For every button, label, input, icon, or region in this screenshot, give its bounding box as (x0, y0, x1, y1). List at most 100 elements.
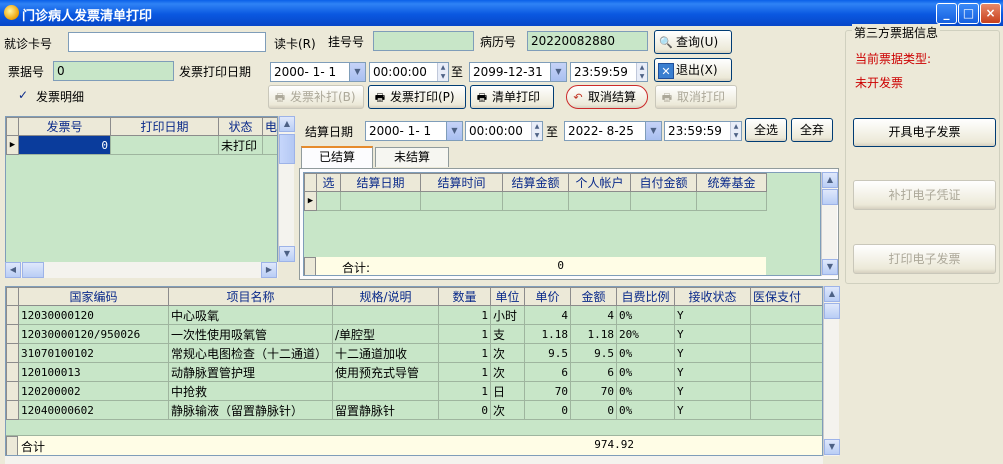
spinner-icon[interactable]: ▲ ▼ (636, 63, 647, 81)
scroll-thumb[interactable] (824, 303, 840, 319)
quantity-cell[interactable]: 0 (438, 400, 491, 420)
reprint-e-voucher-button[interactable]: 补打电子凭证 (853, 180, 996, 210)
self-ratio-cell[interactable]: 0% (616, 343, 675, 363)
tab-settled[interactable]: 已结算 (301, 146, 373, 168)
chevron-down-icon[interactable]: ▼ (446, 122, 462, 140)
scroll-thumb[interactable] (822, 189, 838, 205)
col-item-name[interactable]: 项目名称 (168, 287, 333, 306)
scroll-down-icon[interactable]: ▼ (822, 259, 838, 275)
spec-cell[interactable]: /单腔型 (332, 324, 439, 344)
insurance-pay-cell[interactable] (750, 343, 822, 363)
receive-status-cell[interactable]: Y (674, 305, 751, 325)
scroll-down-icon[interactable]: ▼ (824, 439, 840, 455)
exit-button[interactable]: ✕ 退出(X) (654, 58, 732, 82)
settle-vscroll[interactable]: ▲ ▼ (821, 172, 838, 276)
col-unit[interactable]: 单位 (490, 287, 525, 306)
col-settle-amount[interactable]: 结算金额 (502, 173, 569, 192)
invoice-no-cell[interactable]: 0 (18, 135, 111, 155)
invoice-reprint-button[interactable]: 🖶 发票补打(B) (268, 85, 364, 109)
col-settle-date[interactable]: 结算日期 (340, 173, 421, 192)
quantity-cell[interactable]: 1 (438, 381, 491, 401)
title-bar[interactable]: 门诊病人发票清单打印 _ □ × (0, 0, 1003, 26)
col-insurance-pay[interactable]: 医保支付 (750, 287, 822, 306)
unit-price-cell[interactable]: 6 (524, 362, 571, 382)
col-personal-account[interactable]: 个人帐户 (568, 173, 631, 192)
items-vscroll[interactable]: ▲ ▼ (823, 286, 840, 456)
scroll-thumb[interactable] (279, 134, 295, 164)
amount-cell[interactable]: 0 (570, 400, 617, 420)
deselect-all-button[interactable]: 全弃 (791, 118, 833, 142)
insurance-pay-cell[interactable] (750, 305, 822, 325)
col-quantity[interactable]: 数量 (438, 287, 491, 306)
receive-status-cell[interactable]: Y (674, 362, 751, 382)
col-spec[interactable]: 规格/说明 (332, 287, 439, 306)
unit-cell[interactable]: 小时 (490, 305, 525, 325)
print-date-from[interactable]: 2000- 1- 1 ▼ (270, 62, 366, 82)
scroll-down-icon[interactable]: ▼ (279, 246, 295, 262)
col-electronic[interactable]: 电 (262, 117, 277, 136)
unit-price-cell[interactable]: 1.18 (524, 324, 571, 344)
spinner-icon[interactable]: ▲ ▼ (437, 63, 448, 81)
select-all-button[interactable]: 全选 (745, 118, 787, 142)
unit-cell[interactable]: 次 (490, 343, 525, 363)
receive-status-cell[interactable]: Y (674, 400, 751, 420)
insurance-pay-cell[interactable] (750, 400, 822, 420)
query-button[interactable]: 🔍 查询(U) (654, 30, 732, 54)
receive-status-cell[interactable]: Y (674, 343, 751, 363)
self-ratio-cell[interactable]: 0% (616, 400, 675, 420)
settle-date-to[interactable]: 2022- 8-25 ▼ (564, 121, 662, 141)
unit-cell[interactable]: 次 (490, 400, 525, 420)
col-settle-time[interactable]: 结算时间 (420, 173, 503, 192)
table-row[interactable]: ▶ 0 未打印 (6, 135, 277, 155)
print-time-from[interactable]: 00:00:00 ▲ ▼ (369, 62, 449, 82)
bill-number-input[interactable]: 0 (53, 61, 174, 81)
unit-cell[interactable]: 支 (490, 324, 525, 344)
electronic-cell[interactable] (262, 135, 277, 155)
print-time-to[interactable]: 23:59:59 ▲ ▼ (570, 62, 648, 82)
national-code-cell[interactable]: 12030000120 (18, 305, 169, 325)
col-status[interactable]: 状态 (218, 117, 263, 136)
settle-time-to[interactable]: 23:59:59 ▲ ▼ (664, 121, 742, 141)
insurance-pay-cell[interactable] (750, 324, 822, 344)
unit-cell[interactable]: 日 (490, 381, 525, 401)
unit-price-cell[interactable]: 0 (524, 400, 571, 420)
quantity-cell[interactable]: 1 (438, 343, 491, 363)
item-name-cell[interactable]: 一次性使用吸氧管 (168, 324, 333, 344)
unit-price-cell[interactable]: 70 (524, 381, 571, 401)
table-row[interactable]: 12030000120 中心吸氧 1 小时 4 4 0% Y (6, 305, 822, 325)
quantity-cell[interactable]: 1 (438, 324, 491, 344)
spec-cell[interactable]: 留置静脉针 (332, 400, 439, 420)
item-name-cell[interactable]: 动静脉置管护理 (168, 362, 333, 382)
table-row[interactable]: 12030000120/950026 一次性使用吸氧管/单腔型 1 支 1.18 1.18… (6, 324, 822, 344)
settle-time-from[interactable]: 00:00:00 ▲ ▼ (465, 121, 543, 141)
read-card-button[interactable]: 读卡(R) (274, 35, 316, 52)
self-ratio-cell[interactable]: 20% (616, 324, 675, 344)
national-code-cell[interactable]: 12030000120/950026 (18, 324, 169, 344)
scroll-up-icon[interactable]: ▲ (279, 116, 295, 132)
spec-cell[interactable]: 使用预充式导管 (332, 362, 439, 382)
invoice-hscroll[interactable]: ◀ ▶ (5, 262, 278, 278)
col-select[interactable]: 选 (316, 173, 341, 192)
detail-checkbox[interactable]: ✓ (18, 88, 28, 102)
items-hscroll[interactable] (5, 456, 823, 464)
table-row[interactable]: 31070100102 常规心电图检查（十二通道） 十二通道加收 1 次 9.5 9.5 0%… (6, 343, 822, 363)
scroll-thumb[interactable] (22, 262, 44, 278)
table-row[interactable]: 12040000602 静脉输液（留置静脉针） 留置静脉针 0 次 0 0 0% Y (6, 400, 822, 420)
scroll-up-icon[interactable]: ▲ (824, 286, 840, 302)
close-button[interactable]: × (980, 3, 1001, 24)
self-ratio-cell[interactable]: 0% (616, 305, 675, 325)
minimize-button[interactable]: _ (936, 3, 957, 24)
insurance-pay-cell[interactable] (750, 381, 822, 401)
col-self-pay[interactable]: 自付金额 (630, 173, 697, 192)
amount-cell[interactable]: 1.18 (570, 324, 617, 344)
record-number-input[interactable]: 20220082880 (527, 31, 648, 51)
self-ratio-cell[interactable]: 0% (616, 362, 675, 382)
col-print-date[interactable]: 打印日期 (110, 117, 219, 136)
tab-unsettled[interactable]: 未结算 (375, 147, 449, 167)
col-national-code[interactable]: 国家编码 (18, 287, 169, 306)
col-amount[interactable]: 金额 (570, 287, 617, 306)
col-receive-status[interactable]: 接收状态 (674, 287, 751, 306)
table-row[interactable]: 120100013 动静脉置管护理 使用预充式导管 1 次 6 6 0% Y (6, 362, 822, 382)
item-name-cell[interactable]: 常规心电图检查（十二通道） (168, 343, 333, 363)
scroll-left-icon[interactable]: ◀ (5, 262, 21, 278)
